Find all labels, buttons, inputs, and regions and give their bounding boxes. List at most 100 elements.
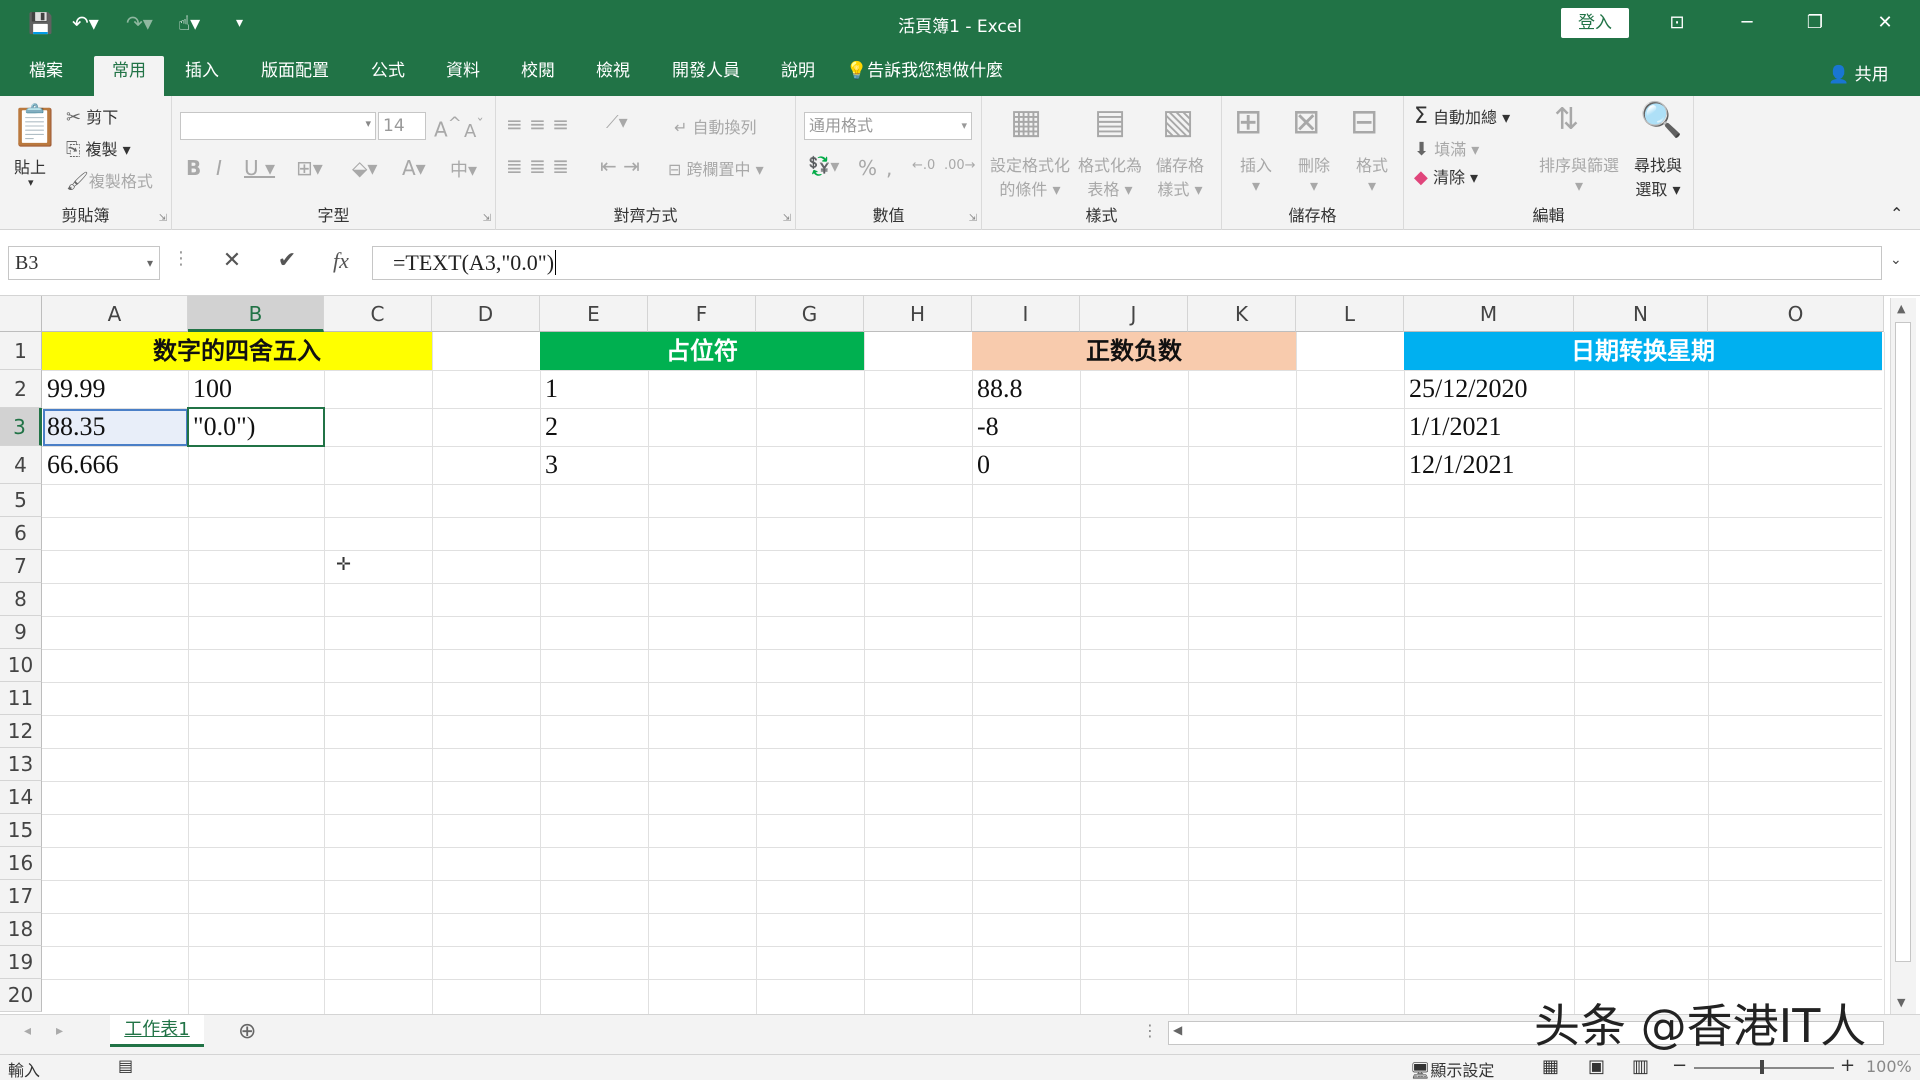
- scroll-left-icon[interactable]: ◂: [24, 1023, 31, 1039]
- format-cells-button[interactable]: 格式 ▾: [1352, 152, 1392, 195]
- format-table-icon[interactable]: ▤: [1094, 102, 1126, 142]
- cell-e3[interactable]: 2: [540, 408, 648, 446]
- merge-center-button[interactable]: ⊟ 跨欄置中 ▾: [668, 156, 764, 180]
- column-header-h[interactable]: H: [864, 296, 972, 332]
- paste-icon[interactable]: 📋: [10, 104, 60, 148]
- splitter-icon[interactable]: ⋮: [1142, 1021, 1158, 1040]
- insert-function-icon[interactable]: fx: [326, 248, 356, 274]
- scroll-up-icon[interactable]: ▲: [1897, 302, 1905, 315]
- alignment-dialog-icon[interactable]: ⇲: [783, 213, 791, 224]
- minimize-icon[interactable]: ─: [1724, 8, 1770, 38]
- insert-cells-button[interactable]: 插入 ▾: [1236, 152, 1276, 195]
- format-cells-icon[interactable]: ⊟: [1350, 102, 1379, 142]
- header-placeholder[interactable]: 占位符: [540, 332, 864, 370]
- indent-icon[interactable]: ⇤ ⇥: [600, 154, 640, 178]
- zoom-level[interactable]: 100%: [1866, 1057, 1912, 1076]
- wrap-text-button[interactable]: ↵ 自動換列: [674, 114, 757, 138]
- cell-e2[interactable]: 1: [540, 370, 648, 408]
- row-header-16[interactable]: 16: [0, 847, 42, 880]
- clipboard-dialog-icon[interactable]: ⇲: [159, 213, 167, 224]
- font-shrink-icon[interactable]: Aˇ: [464, 116, 484, 142]
- scroll-down-icon[interactable]: ▼: [1897, 996, 1905, 1009]
- scroll-thumb[interactable]: [1895, 322, 1911, 962]
- row-header-13[interactable]: 13: [0, 748, 42, 781]
- tell-me-search[interactable]: 💡告訴我您想做什麼: [846, 58, 1036, 96]
- tab-review[interactable]: 校閱: [510, 58, 566, 96]
- format-painter-button[interactable]: 🖌複製格式: [66, 168, 153, 192]
- row-header-17[interactable]: 17: [0, 880, 42, 913]
- orientation-icon[interactable]: ⟋▾: [606, 112, 628, 133]
- tab-developer[interactable]: 開發人員: [660, 58, 752, 96]
- column-header-f[interactable]: F: [648, 296, 756, 332]
- zoom-out-icon[interactable]: −: [1672, 1055, 1687, 1076]
- cell-a4[interactable]: 66.666: [42, 446, 188, 484]
- underline-icon[interactable]: U ▾: [244, 156, 275, 180]
- fill-color-icon[interactable]: ⬙▾: [352, 156, 377, 180]
- paste-dropdown-icon[interactable]: ▾: [28, 176, 34, 189]
- font-size-input[interactable]: 14: [378, 112, 426, 140]
- cell-b3[interactable]: "0.0"): [188, 408, 324, 446]
- comma-icon[interactable]: ,: [886, 156, 892, 180]
- cell-m2[interactable]: 25/12/2020: [1404, 370, 1574, 408]
- row-header-20[interactable]: 20: [0, 979, 42, 1012]
- restore-icon[interactable]: ❐: [1792, 8, 1838, 38]
- tab-view[interactable]: 檢視: [585, 58, 641, 96]
- row-header-5[interactable]: 5: [0, 484, 42, 517]
- normal-view-icon[interactable]: ▦: [1542, 1056, 1559, 1077]
- font-name-input[interactable]: ▾: [180, 112, 376, 140]
- collapse-ribbon-icon[interactable]: ⌃: [1890, 204, 1903, 223]
- login-button[interactable]: 登入: [1561, 8, 1629, 38]
- column-header-k[interactable]: K: [1188, 296, 1296, 332]
- header-rounding[interactable]: 数字的四舍五入: [42, 332, 432, 370]
- phonetic-icon[interactable]: 中▾: [450, 156, 477, 182]
- cell-styles-button[interactable]: 儲存格 樣式 ▾: [1148, 152, 1212, 200]
- macro-record-icon[interactable]: ▤: [118, 1056, 133, 1075]
- header-positive-negative[interactable]: 正数负数: [972, 332, 1296, 370]
- column-header-i[interactable]: I: [972, 296, 1080, 332]
- formula-input[interactable]: =TEXT(A3,"0.0"): [372, 246, 1882, 280]
- ribbon-display-icon[interactable]: ⊡: [1654, 8, 1700, 38]
- decimal-increase-icon[interactable]: ←.0: [912, 158, 935, 173]
- worksheet-grid[interactable]: A B C D E F G H I J K L M N O 1 2 3 4 5 …: [0, 296, 1920, 1014]
- cell-i3[interactable]: -8: [972, 408, 1080, 446]
- cell-i4[interactable]: 0: [972, 446, 1080, 484]
- row-header-1[interactable]: 1: [0, 332, 42, 370]
- find-select-icon[interactable]: 🔍: [1640, 100, 1682, 140]
- clear-button[interactable]: ◆ 清除 ▾: [1414, 164, 1478, 188]
- cell-a2[interactable]: 99.99: [42, 370, 188, 408]
- row-header-12[interactable]: 12: [0, 715, 42, 748]
- tab-page-layout[interactable]: 版面配置: [250, 58, 340, 96]
- bold-icon[interactable]: B: [186, 156, 201, 180]
- expand-formula-icon[interactable]: ⌄: [1890, 252, 1902, 268]
- cell-i2[interactable]: 88.8: [972, 370, 1080, 408]
- conditional-format-button[interactable]: 設定格式化 的條件 ▾: [988, 152, 1072, 200]
- row-header-6[interactable]: 6: [0, 517, 42, 550]
- header-date-weekday[interactable]: 日期转换星期: [1404, 332, 1882, 370]
- column-header-n[interactable]: N: [1574, 296, 1708, 332]
- scroll-right-icon[interactable]: ▸: [56, 1023, 63, 1039]
- select-all-corner[interactable]: [0, 296, 42, 332]
- paste-button[interactable]: 貼上: [14, 154, 46, 178]
- column-header-e[interactable]: E: [540, 296, 648, 332]
- find-select-button[interactable]: 尋找與 選取 ▾: [1628, 152, 1688, 200]
- font-dialog-icon[interactable]: ⇲: [483, 213, 491, 224]
- italic-icon[interactable]: I: [216, 156, 222, 180]
- conditional-format-icon[interactable]: ▦: [1010, 102, 1042, 142]
- column-header-o[interactable]: O: [1708, 296, 1884, 332]
- tab-file[interactable]: 檔案: [18, 58, 74, 96]
- tab-formulas[interactable]: 公式: [360, 58, 416, 96]
- zoom-in-icon[interactable]: +: [1840, 1055, 1855, 1076]
- number-dialog-icon[interactable]: ⇲: [969, 213, 977, 224]
- tab-home[interactable]: 常用: [94, 56, 164, 96]
- close-icon[interactable]: ✕: [1862, 8, 1908, 38]
- sheet-tab-1[interactable]: 工作表1: [110, 1015, 204, 1047]
- cell-m3[interactable]: 1/1/2021: [1404, 408, 1574, 446]
- column-header-l[interactable]: L: [1296, 296, 1404, 332]
- format-table-button[interactable]: 格式化為 表格 ▾: [1078, 152, 1142, 200]
- insert-cells-icon[interactable]: ⊞: [1234, 102, 1263, 142]
- number-format-select[interactable]: 通用格式 ▾: [804, 112, 972, 140]
- percent-icon[interactable]: %: [858, 156, 877, 180]
- tab-data[interactable]: 資料: [435, 58, 491, 96]
- row-header-8[interactable]: 8: [0, 583, 42, 616]
- cell-styles-icon[interactable]: ▧: [1162, 102, 1194, 142]
